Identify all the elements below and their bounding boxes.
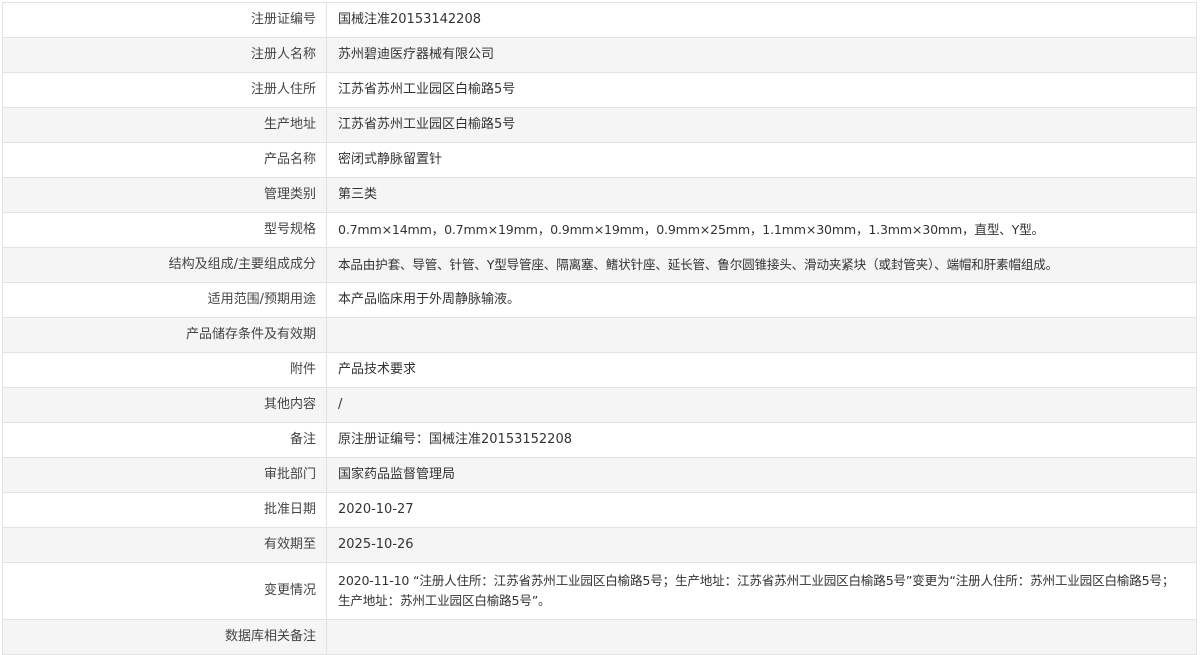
table-row: 变更情况 2020-11-10 “注册人住所：江苏省苏州工业园区白榆路5号；生产… (2, 562, 1197, 620)
row-value: 2020-10-27 (326, 492, 1197, 528)
row-value: 原注册证编号：国械注准20153152208 (326, 422, 1197, 458)
row-label: 其他内容 (2, 387, 327, 423)
row-value: 产品技术要求 (326, 352, 1197, 388)
row-label: 变更情况 (2, 562, 327, 620)
row-label: 注册人住所 (2, 72, 327, 108)
table-row: 结构及组成/主要组成成分 本品由护套、导管、针管、Y型导管座、隔离塞、鳍状针座、… (2, 247, 1197, 283)
table-row: 适用范围/预期用途 本产品临床用于外周静脉输液。 (2, 282, 1197, 318)
row-value: 0.7mm×14mm，0.7mm×19mm，0.9mm×19mm，0.9mm×2… (326, 212, 1197, 248)
row-value: 2025-10-26 (326, 527, 1197, 563)
table-row: 其他内容 / (2, 387, 1197, 423)
row-value: 2020-11-10 “注册人住所：江苏省苏州工业园区白榆路5号；生产地址：江苏… (326, 562, 1197, 620)
row-label: 生产地址 (2, 107, 327, 143)
row-value: 苏州碧迪医疗器械有限公司 (326, 37, 1197, 73)
row-label: 适用范围/预期用途 (2, 282, 327, 318)
table-row: 产品储存条件及有效期 (2, 317, 1197, 353)
row-label: 结构及组成/主要组成成分 (2, 247, 327, 283)
row-label: 数据库相关备注 (2, 619, 327, 655)
row-label: 注册证编号 (2, 2, 327, 38)
table-row: 批准日期 2020-10-27 (2, 492, 1197, 528)
row-label: 产品名称 (2, 142, 327, 178)
row-value: 国械注准20153142208 (326, 2, 1197, 38)
table-row: 审批部门 国家药品监督管理局 (2, 457, 1197, 493)
table-row: 数据库相关备注 (2, 619, 1197, 655)
row-value: 本品由护套、导管、针管、Y型导管座、隔离塞、鳍状针座、延长管、鲁尔圆锥接头、滑动… (326, 247, 1197, 283)
row-value: / (326, 387, 1197, 423)
table-row: 管理类别 第三类 (2, 177, 1197, 213)
row-value: 本产品临床用于外周静脉输液。 (326, 282, 1197, 318)
table-row: 型号规格 0.7mm×14mm，0.7mm×19mm，0.9mm×19mm，0.… (2, 212, 1197, 248)
table-row: 注册人名称 苏州碧迪医疗器械有限公司 (2, 37, 1197, 73)
table-row: 注册证编号 国械注准20153142208 (2, 2, 1197, 38)
row-label: 备注 (2, 422, 327, 458)
row-label: 产品储存条件及有效期 (2, 317, 327, 353)
row-label: 管理类别 (2, 177, 327, 213)
row-label: 型号规格 (2, 212, 327, 248)
row-value: 江苏省苏州工业园区白榆路5号 (326, 72, 1197, 108)
row-value: 密闭式静脉留置针 (326, 142, 1197, 178)
registration-record-table: 注册证编号 国械注准20153142208 注册人名称 苏州碧迪医疗器械有限公司… (2, 2, 1197, 655)
row-label: 有效期至 (2, 527, 327, 563)
table-row: 生产地址 江苏省苏州工业园区白榆路5号 (2, 107, 1197, 143)
table-row: 有效期至 2025-10-26 (2, 527, 1197, 563)
row-label: 附件 (2, 352, 327, 388)
table-row: 备注 原注册证编号：国械注准20153152208 (2, 422, 1197, 458)
row-value: 国家药品监督管理局 (326, 457, 1197, 493)
row-label: 批准日期 (2, 492, 327, 528)
table-row: 注册人住所 江苏省苏州工业园区白榆路5号 (2, 72, 1197, 108)
row-label: 审批部门 (2, 457, 327, 493)
row-value (326, 317, 1197, 353)
row-value (326, 619, 1197, 655)
row-value: 第三类 (326, 177, 1197, 213)
row-value: 江苏省苏州工业园区白榆路5号 (326, 107, 1197, 143)
table-row: 产品名称 密闭式静脉留置针 (2, 142, 1197, 178)
row-label: 注册人名称 (2, 37, 327, 73)
table-row: 附件 产品技术要求 (2, 352, 1197, 388)
